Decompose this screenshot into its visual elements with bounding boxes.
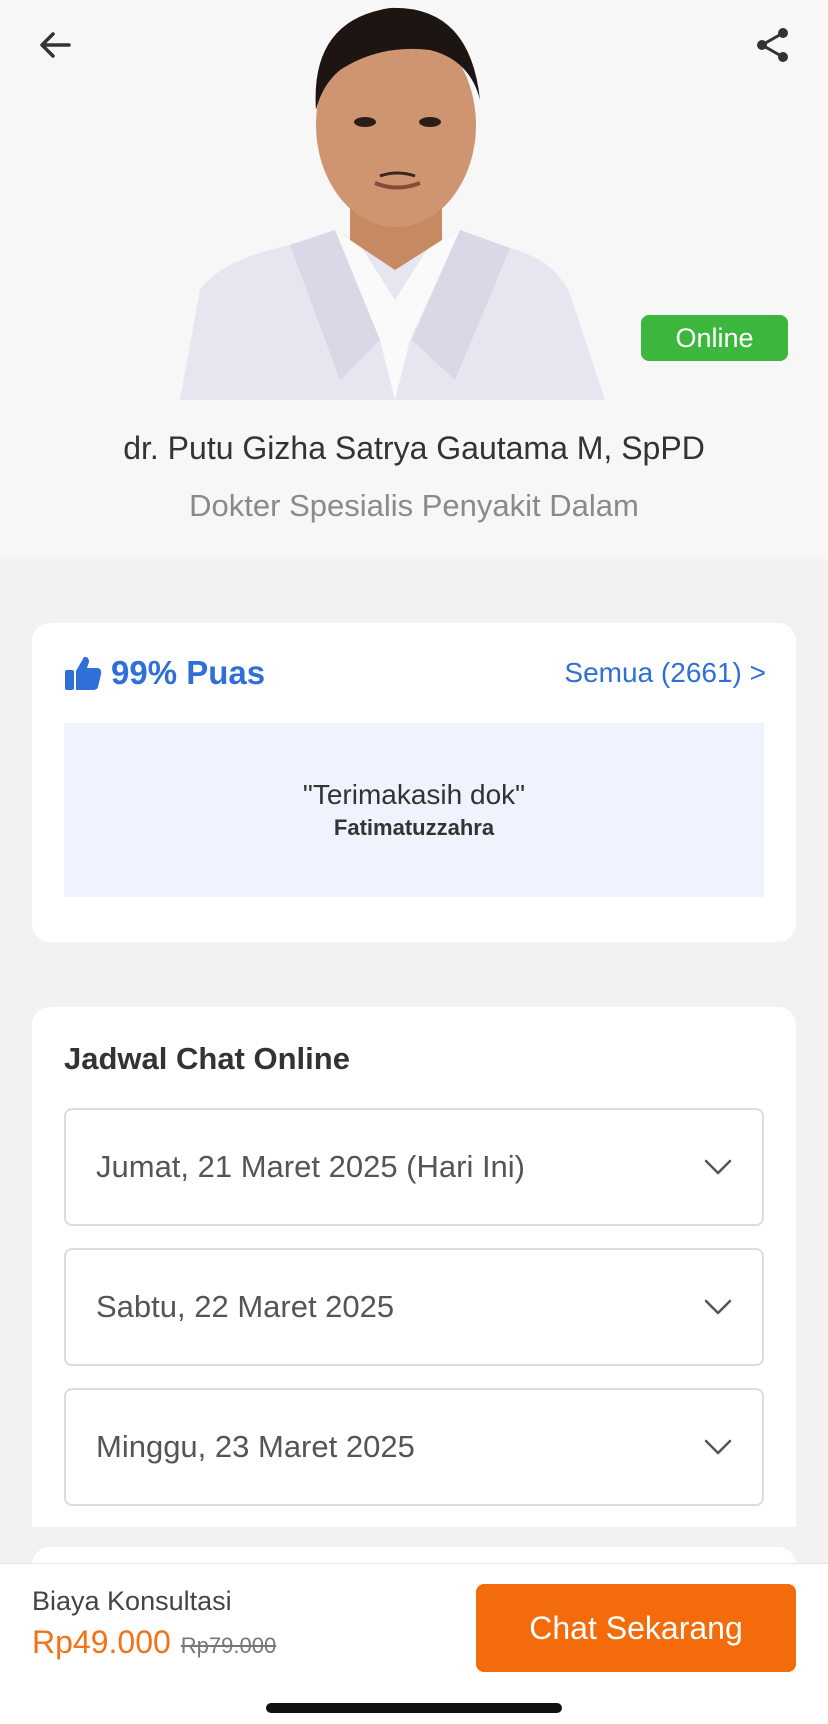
schedule-day-row[interactable]: Sabtu, 22 Maret 2025 <box>64 1248 764 1366</box>
satisfaction-text: 99% Puas <box>111 654 266 691</box>
price-row: Rp49.000 Rp79.000 <box>32 1624 276 1661</box>
online-status-badge: Online <box>641 315 788 361</box>
schedule-day-label: Minggu, 23 Maret 2025 <box>96 1429 415 1464</box>
review-text: "Terimakasih dok" <box>302 779 526 810</box>
review-author: Fatimatuzzahra <box>333 815 495 840</box>
home-indicator <box>266 1703 562 1713</box>
original-price: Rp79.000 <box>180 1633 277 1658</box>
schedule-day-label: Sabtu, 22 Maret 2025 <box>96 1289 395 1324</box>
share-icon <box>757 28 788 62</box>
arrow-left-icon <box>40 32 71 58</box>
thumbs-up-icon <box>65 656 102 690</box>
see-all-reviews-link[interactable]: Semua (2661) > <box>564 657 766 689</box>
chat-now-button[interactable]: Chat Sekarang <box>476 1584 796 1672</box>
schedule-day-row[interactable]: Minggu, 23 Maret 2025 <box>64 1388 764 1506</box>
chevron-down-icon <box>704 1299 732 1315</box>
doctor-photo <box>180 7 605 400</box>
schedule-day-label: Jumat, 21 Maret 2025 (Hari Ini) <box>96 1149 526 1184</box>
bottom-action-bar: Biaya Konsultasi Rp49.000 Rp79.000 Chat … <box>0 1563 828 1724</box>
share-button[interactable] <box>738 10 808 80</box>
doctor-name: dr. Putu Gizha Satrya Gautama M, SpPD <box>123 430 705 466</box>
fee-label: Biaya Konsultasi <box>32 1586 232 1616</box>
satisfaction-rating: 99% Puas <box>63 653 265 693</box>
profile-header: Online dr. Putu Gizha Satrya Gautama M, … <box>0 0 828 559</box>
review-quote: "Terimakasih dok" Fatimatuzzahra <box>64 723 764 897</box>
review-card: 99% Puas Semua (2661) > "Terimakasih dok… <box>32 623 796 942</box>
chevron-down-icon <box>704 1439 732 1455</box>
doctor-specialty: Dokter Spesialis Penyakit Dalam <box>189 488 639 523</box>
schedule-day-row[interactable]: Jumat, 21 Maret 2025 (Hari Ini) <box>64 1108 764 1226</box>
doctor-profile-page: Online dr. Putu Gizha Satrya Gautama M, … <box>0 0 828 1724</box>
schedule-title: Jadwal Chat Online <box>64 1041 350 1076</box>
current-price: Rp49.000 <box>32 1624 171 1660</box>
schedule-card: Jadwal Chat Online Jumat, 21 Maret 2025 … <box>32 1007 796 1527</box>
back-button[interactable] <box>20 10 90 80</box>
chevron-down-icon <box>704 1159 732 1175</box>
